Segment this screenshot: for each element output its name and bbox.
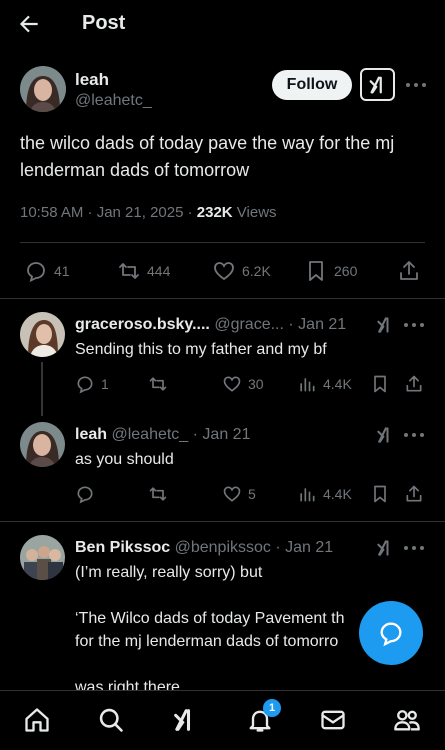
reply-icon <box>77 376 93 394</box>
reply-button[interactable]: 41 <box>24 259 70 283</box>
page-title: Post <box>82 12 126 34</box>
grok-icon[interactable] <box>375 538 395 558</box>
reply-item[interactable]: leah @leahetc_ · Jan 21 as you should 5 … <box>0 408 445 520</box>
repost-button[interactable]: 444 <box>117 259 170 283</box>
reply-text-line: (I’m really, really sorry) but <box>75 564 263 581</box>
reply-date: · Jan 21 <box>288 316 347 333</box>
divider <box>20 242 425 243</box>
avatar[interactable] <box>20 312 65 357</box>
views-label: Views <box>232 204 277 221</box>
reply-date: · Jan 21 <box>275 539 334 556</box>
reply-icon <box>77 486 93 504</box>
more-icon[interactable] <box>403 543 425 553</box>
reply-button[interactable] <box>75 484 95 504</box>
reply-author: graceroso.bsky.... @grace... · Jan 21 <box>75 316 346 334</box>
reply-button[interactable]: 1 <box>75 374 109 394</box>
reply-author-name[interactable]: leah <box>75 426 107 443</box>
repost-icon <box>149 377 167 391</box>
people-icon[interactable] <box>392 705 422 735</box>
bottom-nav: 1 <box>0 690 445 750</box>
back-arrow-icon[interactable] <box>16 11 42 37</box>
grok-icon[interactable] <box>170 705 200 735</box>
views-button[interactable]: 4.4K <box>297 374 352 394</box>
views-icon <box>300 488 315 502</box>
views-button[interactable]: 4.4K <box>297 484 352 504</box>
post-actions: 41 444 6.2K 260 <box>0 257 445 287</box>
views-icon <box>300 378 315 392</box>
reply-text: Sending this to my father and my bf <box>75 341 327 358</box>
reply-text-line: ‘The Wilco dads of today Pavement th <box>75 610 345 627</box>
avatar[interactable] <box>20 535 65 580</box>
share-button[interactable] <box>404 484 424 504</box>
post-meta: 10:58 AM · Jan 21, 2025 · 232K Views <box>20 204 277 221</box>
repost-button[interactable] <box>148 484 168 504</box>
repost-icon <box>149 487 167 501</box>
like-icon <box>223 486 241 502</box>
share-button[interactable] <box>397 259 421 283</box>
bookmark-button[interactable] <box>370 374 390 394</box>
like-button[interactable]: 6.2K <box>212 259 271 283</box>
grok-icon[interactable] <box>375 315 395 335</box>
notification-badge: 1 <box>263 699 281 717</box>
mail-icon[interactable] <box>318 705 348 735</box>
grok-icon[interactable] <box>375 425 395 445</box>
follow-button[interactable]: Follow <box>272 70 352 100</box>
author-handle[interactable]: @leahetc_ <box>75 92 152 110</box>
main-post-author: leah @leahetc_ Follow <box>20 66 445 126</box>
bell-icon[interactable]: 1 <box>245 699 281 735</box>
like-icon <box>223 376 241 392</box>
share-icon <box>406 485 422 502</box>
like-button[interactable]: 5 <box>222 484 256 504</box>
top-bar: Post <box>0 0 445 48</box>
avatar[interactable] <box>20 422 65 467</box>
bookmark-icon <box>374 375 386 393</box>
views-count: 232K <box>196 204 233 221</box>
reply-author-handle[interactable]: @benpikssoc <box>175 539 271 556</box>
more-icon[interactable] <box>403 320 425 330</box>
reply-author-name[interactable]: Ben Pikssoc <box>75 539 170 556</box>
share-icon <box>400 261 418 280</box>
reply-author-handle[interactable]: @leahetc_ <box>111 426 188 443</box>
author-name[interactable]: leah <box>75 70 109 90</box>
more-icon[interactable] <box>405 80 427 90</box>
like-button[interactable]: 30 <box>222 374 264 394</box>
repost-icon <box>119 263 139 279</box>
more-icon[interactable] <box>403 430 425 440</box>
reply-author-name[interactable]: graceroso.bsky.... <box>75 316 210 333</box>
avatar[interactable] <box>20 66 66 112</box>
reply-author-handle[interactable]: @grace... <box>214 316 284 333</box>
compose-reply-icon <box>380 622 402 647</box>
share-icon <box>406 375 422 392</box>
search-icon[interactable] <box>96 705 126 735</box>
reply-author: leah @leahetc_ · Jan 21 <box>75 426 250 444</box>
reply-icon <box>27 262 45 283</box>
reply-text-line: was right there <box>75 679 180 691</box>
compose-reply-button[interactable] <box>359 601 423 665</box>
bookmark-button[interactable] <box>370 484 390 504</box>
share-button[interactable] <box>404 374 424 394</box>
repost-button[interactable] <box>148 374 168 394</box>
reply-text-line: for the mj lenderman dads of tomorro <box>75 633 339 650</box>
bookmark-icon <box>374 485 386 503</box>
grok-icon[interactable] <box>360 68 395 101</box>
reply-date: · Jan 21 <box>192 426 251 443</box>
post-time: 10:58 AM · Jan 21, 2025 · <box>20 204 197 221</box>
bookmark-icon <box>309 261 323 281</box>
reply-text: as you should <box>75 451 174 468</box>
bookmark-button[interactable]: 260 <box>304 259 357 283</box>
like-icon <box>214 262 234 281</box>
reply-item[interactable]: graceroso.bsky.... @grace... · Jan 21 Se… <box>0 298 445 418</box>
home-icon[interactable] <box>22 705 52 735</box>
reply-author: Ben Pikssoc @benpikssoc · Jan 21 <box>75 539 333 557</box>
post-text: the wilco dads of today pave the way for… <box>20 133 395 180</box>
